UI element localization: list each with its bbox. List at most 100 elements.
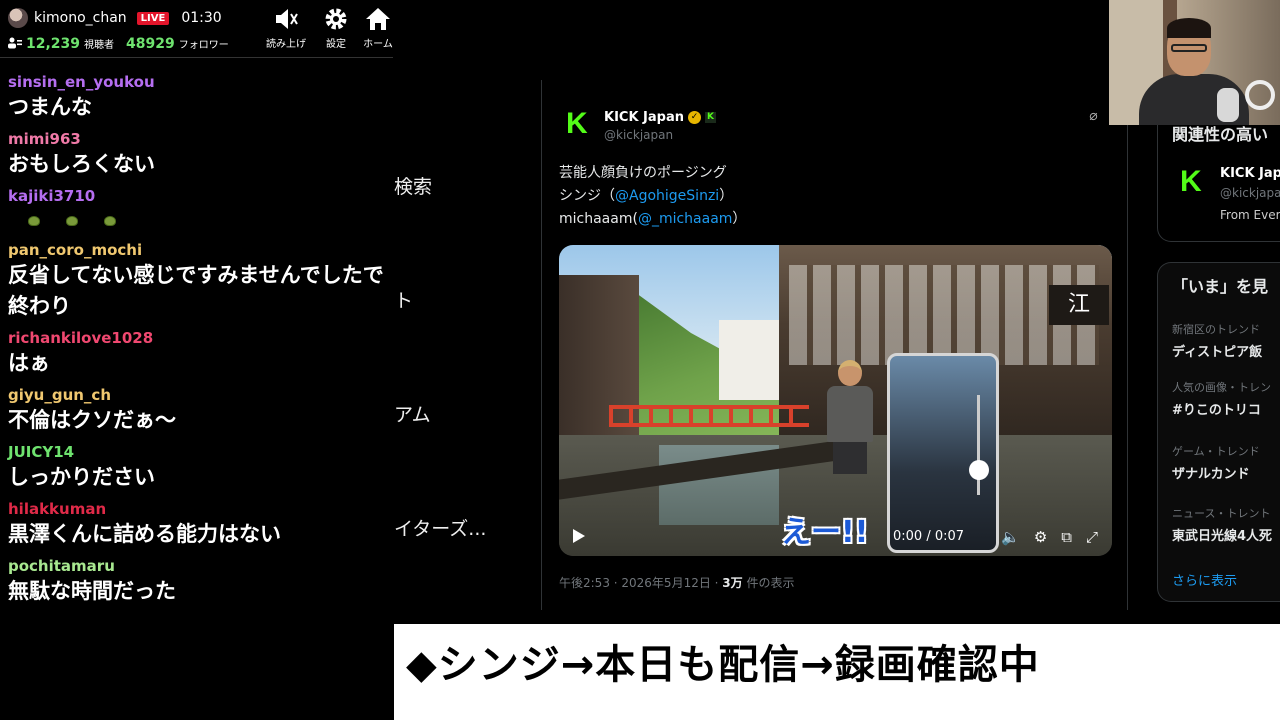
kick-logo-icon: K: [1180, 165, 1202, 198]
nav-item-creators[interactable]: イターズ...: [394, 514, 486, 541]
webcam-person: [1167, 18, 1211, 38]
ring-light: [1245, 80, 1275, 110]
home-button[interactable]: ホーム: [363, 6, 393, 50]
webcam-overlay: [1109, 0, 1280, 125]
tweet-text: 芸能人顔負けのポージング シンジ（@AgohigeSinzi） michaaam…: [559, 162, 746, 231]
volume-icon[interactable]: 🔈: [1001, 528, 1020, 546]
video-time: 0:00 / 0:07: [893, 529, 965, 544]
kick-logo-icon[interactable]: K: [566, 109, 594, 139]
play-icon[interactable]: [573, 529, 585, 543]
avatar[interactable]: [8, 8, 28, 28]
trend-item[interactable]: ゲーム・トレンド ザナルカンド: [1172, 443, 1260, 482]
tweet-video[interactable]: 江 えー!! 0:00 / 0:07 🔈 ⚙ ⧉ ⤢: [559, 245, 1112, 556]
video-scene: [609, 405, 809, 427]
related-accounts-box: 関連性の高い K KICK Japa @kickjapa From Ever: [1157, 110, 1280, 242]
nav-item-search[interactable]: 検索: [394, 172, 432, 199]
mention-link[interactable]: @AgohigeSinzi: [615, 188, 719, 204]
show-more-link[interactable]: さらに表示: [1172, 570, 1237, 589]
video-sign: 江: [1049, 285, 1109, 325]
trend-category: 新宿区のトレンド: [1172, 323, 1260, 336]
volume-slider[interactable]: [977, 395, 980, 495]
ticker-text: ◆シンジ→本日も配信→録画確認中: [406, 642, 1040, 688]
volume-slider-knob[interactable]: [969, 460, 989, 480]
read-aloud-button[interactable]: 読み上げ: [263, 6, 309, 50]
nav-item-list[interactable]: ト: [394, 286, 413, 313]
chat-text: おもしろくない: [8, 152, 155, 176]
follower-count: 48929: [126, 36, 175, 52]
settings-label: 設定: [326, 39, 346, 50]
chat-message: pochitamaru 無駄な時間だった: [8, 556, 385, 607]
chat-text: はぁ: [8, 351, 50, 375]
video-control-icons: 🔈 ⚙ ⧉ ⤢: [1001, 528, 1098, 546]
chat-username[interactable]: richankilove1028: [8, 328, 385, 348]
trend-category: ゲーム・トレンド: [1172, 445, 1260, 458]
settings-button[interactable]: 設定: [313, 6, 359, 50]
video-scene: [719, 320, 779, 400]
grok-icon[interactable]: ⌀: [1089, 108, 1097, 124]
chat-text: つまんな: [8, 95, 92, 119]
live-badge: LIVE: [136, 11, 170, 25]
users-icon: [8, 37, 22, 49]
chat-message-list: sinsin_en_youkou つまんな mimi963 おもしろくない ka…: [0, 58, 393, 607]
person-legs: [833, 442, 867, 474]
chat-message: mimi963 おもしろくない: [8, 129, 385, 180]
chat-message: richankilove1028 はぁ: [8, 328, 385, 379]
chat-username[interactable]: pochitamaru: [8, 556, 385, 576]
related-account-name[interactable]: KICK Japa: [1220, 166, 1280, 181]
chat-username[interactable]: kajiki3710: [8, 186, 385, 206]
chat-header: kimono_chan LIVE 01:30 12,239 視聴者 48929 …: [0, 0, 393, 58]
tweet-line-suffix: ）: [719, 188, 734, 204]
tweet-meta: 午後2:53 · 2026年5月12日 · 3万 件の表示: [559, 574, 794, 591]
nav-item-premium[interactable]: アム: [394, 400, 431, 427]
chat-username[interactable]: mimi963: [8, 129, 385, 149]
chat-username[interactable]: JUICY14: [8, 442, 385, 462]
trends-box: 「いま」を見 新宿区のトレンド ディストピア飯 人気の画像・トレン #りこのトリ…: [1157, 262, 1280, 602]
microphone-icon: [1217, 88, 1239, 122]
stream-stats: 12,239 視聴者 48929 フォロワー: [8, 36, 237, 52]
author-name-row: KICK Japan ✓ K: [604, 110, 716, 125]
follower-label: フォロワー: [178, 40, 229, 51]
chat-username[interactable]: sinsin_en_youkou: [8, 72, 385, 92]
viewer-count: 12,239: [26, 36, 81, 52]
chat-panel: kimono_chan LIVE 01:30 12,239 視聴者 48929 …: [0, 0, 393, 720]
tweet-line-prefix: シンジ（: [559, 188, 615, 204]
tweet-timestamp[interactable]: 午後2:53 · 2026年5月12日 ·: [559, 576, 722, 590]
trend-category: 人気の画像・トレン: [1172, 381, 1271, 394]
related-account-desc: From Ever: [1220, 208, 1280, 222]
emote-icon: [104, 216, 116, 226]
webcam-person: [1171, 44, 1207, 52]
trend-name: 東武日光線4人死: [1172, 529, 1273, 544]
emote-icon: [28, 216, 40, 226]
trend-item[interactable]: 人気の画像・トレン #りこのトリコ: [1172, 379, 1271, 418]
tweet-column: K KICK Japan ✓ K @kickjapan ⌀ ··· 芸能人顔負け…: [541, 80, 1128, 610]
view-label: 件の表示: [742, 576, 795, 590]
related-account-handle: @kickjapa: [1220, 186, 1280, 200]
chat-text: 無駄な時間だった: [8, 579, 176, 603]
author-handle[interactable]: @kickjapan: [604, 128, 716, 142]
author-name[interactable]: KICK Japan: [604, 110, 684, 125]
chat-message: pan_coro_mochi 反省してない感じですみませんでしたで終わり: [8, 240, 385, 322]
settings-icon[interactable]: ⚙: [1034, 528, 1047, 546]
fullscreen-icon[interactable]: ⤢: [1086, 528, 1098, 546]
chat-emotes: [8, 206, 385, 234]
verified-badge-icon: ✓: [688, 111, 701, 124]
view-count: 3万: [722, 576, 743, 590]
chat-username[interactable]: giyu_gun_ch: [8, 385, 385, 405]
tweet-line-suffix: ）: [732, 211, 747, 227]
tweet-line: シンジ（@AgohigeSinzi）: [559, 185, 746, 208]
popout-icon[interactable]: ⧉: [1061, 528, 1072, 546]
chat-text: 黒澤くんに詰める能力はない: [8, 522, 281, 546]
tweet-author: K KICK Japan ✓ K @kickjapan: [566, 109, 716, 142]
mention-link[interactable]: @_michaaam: [638, 211, 732, 227]
streamer-name[interactable]: kimono_chan: [34, 10, 127, 26]
trend-item[interactable]: ニュース・トレント 東武日光線4人死: [1172, 505, 1272, 544]
speaker-icon: [276, 9, 298, 29]
gear-icon: [325, 8, 347, 30]
person-body: [827, 386, 873, 442]
stream-info: kimono_chan LIVE 01:30: [8, 8, 222, 28]
chat-username[interactable]: pan_coro_mochi: [8, 240, 385, 260]
chat-message: hilakkuman 黒澤くんに詰める能力はない: [8, 499, 385, 550]
trend-item[interactable]: 新宿区のトレンド ディストピア飯: [1172, 321, 1262, 360]
trend-name: #りこのトリコ: [1172, 403, 1261, 418]
chat-username[interactable]: hilakkuman: [8, 499, 385, 519]
